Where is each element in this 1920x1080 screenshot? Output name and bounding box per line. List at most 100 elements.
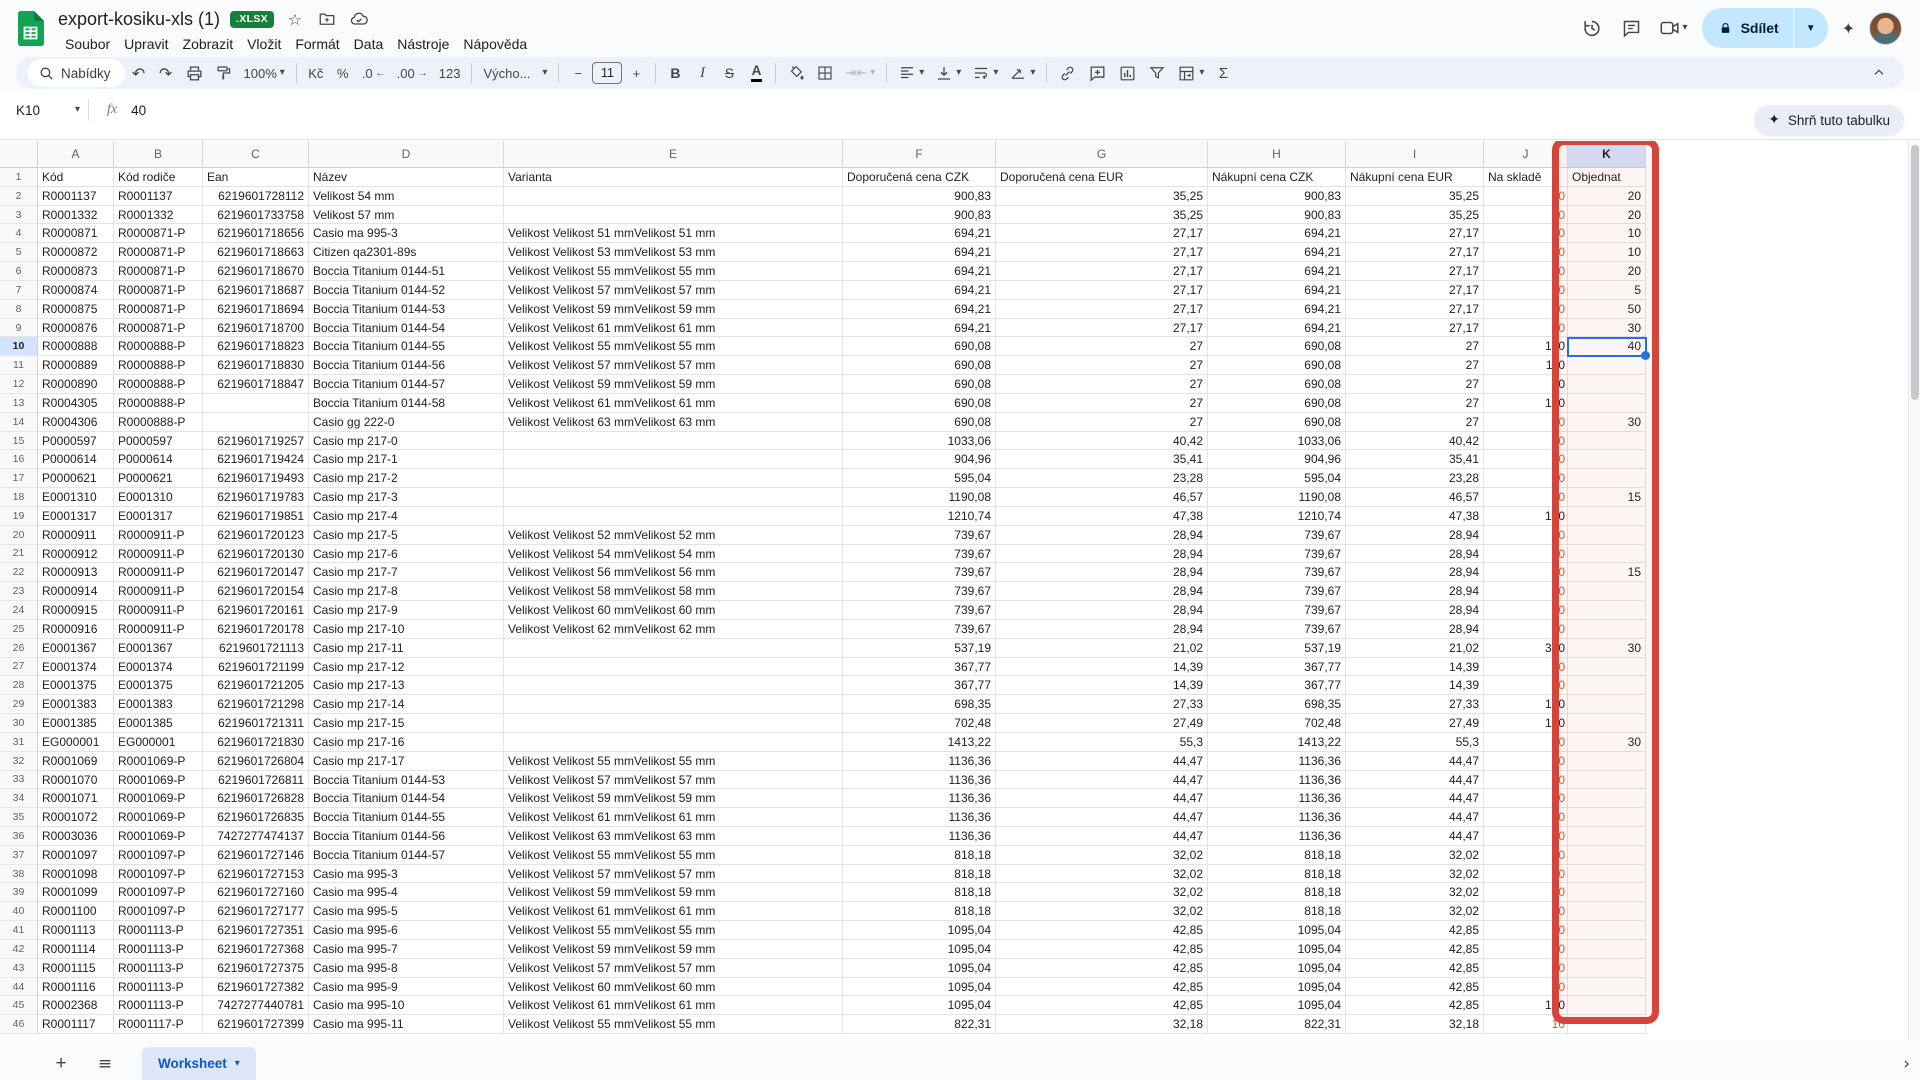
cell-B16[interactable]: P0000614	[114, 450, 203, 469]
cell-A3[interactable]: R0001332	[38, 206, 114, 225]
row-header-42[interactable]: 42	[0, 940, 38, 959]
row-header-38[interactable]: 38	[0, 865, 38, 884]
cell-B37[interactable]: R0001097-P	[114, 846, 203, 865]
cell-A9[interactable]: R0000876	[38, 319, 114, 338]
cell-B21[interactable]: R0000911-P	[114, 545, 203, 564]
cell-A10[interactable]: R0000888	[38, 337, 114, 356]
cell-E41[interactable]: Velikost Velikost 55 mmVelikost 55 mm	[504, 921, 843, 940]
cell-G45[interactable]: 42,85	[996, 996, 1208, 1015]
cell-C39[interactable]: 6219601727160	[203, 883, 309, 902]
menu-formát[interactable]: Formát	[288, 34, 346, 54]
cell-E12[interactable]: Velikost Velikost 59 mmVelikost 59 mm	[504, 375, 843, 394]
cell-C33[interactable]: 6219601726811	[203, 771, 309, 790]
cell-C44[interactable]: 6219601727382	[203, 978, 309, 997]
cell-H6[interactable]: 694,21	[1208, 262, 1346, 281]
cell-H43[interactable]: 1095,04	[1208, 959, 1346, 978]
cell-I36[interactable]: 44,47	[1346, 827, 1484, 846]
cell-C41[interactable]: 6219601727351	[203, 921, 309, 940]
cell-I18[interactable]: 46,57	[1346, 488, 1484, 507]
cell-C14[interactable]	[203, 413, 309, 432]
cell-A19[interactable]: E0001317	[38, 507, 114, 526]
cell-G10[interactable]: 27	[996, 337, 1208, 356]
cell-F17[interactable]: 595,04	[843, 469, 996, 488]
cell-C31[interactable]: 6219601721830	[203, 733, 309, 752]
cell-J25[interactable]: 40	[1484, 620, 1568, 639]
cell-H11[interactable]: 690,08	[1208, 356, 1346, 375]
cell-E35[interactable]: Velikost Velikost 61 mmVelikost 61 mm	[504, 808, 843, 827]
paint-format-button[interactable]	[210, 60, 238, 86]
cell-C29[interactable]: 6219601721298	[203, 695, 309, 714]
cell-H9[interactable]: 694,21	[1208, 319, 1346, 338]
cell-J9[interactable]: 70	[1484, 319, 1568, 338]
column-header-I[interactable]: I	[1346, 141, 1484, 168]
cell-J16[interactable]: 60	[1484, 450, 1568, 469]
cell-A18[interactable]: E0001310	[38, 488, 114, 507]
cell-E43[interactable]: Velikost Velikost 57 mmVelikost 57 mm	[504, 959, 843, 978]
formula-input[interactable]: 40	[131, 103, 146, 118]
cell-H4[interactable]: 694,21	[1208, 224, 1346, 243]
cell-D38[interactable]: Casio ma 995-3	[309, 865, 504, 884]
cell-E37[interactable]: Velikost Velikost 55 mmVelikost 55 mm	[504, 846, 843, 865]
menu-vložit[interactable]: Vložit	[240, 34, 288, 54]
cell-G23[interactable]: 28,94	[996, 582, 1208, 601]
cell-B34[interactable]: R0001069-P	[114, 789, 203, 808]
cell-G43[interactable]: 42,85	[996, 959, 1208, 978]
cell-J42[interactable]: 60	[1484, 940, 1568, 959]
undo-button[interactable]: ↶	[126, 60, 152, 86]
cell-F30[interactable]: 702,48	[843, 714, 996, 733]
cell-F26[interactable]: 537,19	[843, 639, 996, 658]
cell-E17[interactable]	[504, 469, 843, 488]
cell-E45[interactable]: Velikost Velikost 61 mmVelikost 61 mm	[504, 996, 843, 1015]
cell-K9[interactable]: 30	[1568, 319, 1646, 338]
menu-nápověda[interactable]: Nápověda	[456, 34, 534, 54]
cell-J30[interactable]: 150	[1484, 714, 1568, 733]
cell-I33[interactable]: 44,47	[1346, 771, 1484, 790]
cell-A43[interactable]: R0001115	[38, 959, 114, 978]
cell-G28[interactable]: 14,39	[996, 676, 1208, 695]
cell-A12[interactable]: R0000890	[38, 375, 114, 394]
cell-E3[interactable]	[504, 206, 843, 225]
cell-A33[interactable]: R0001070	[38, 771, 114, 790]
row-header-36[interactable]: 36	[0, 827, 38, 846]
cell-C28[interactable]: 6219601721205	[203, 676, 309, 695]
cell-C20[interactable]: 6219601720123	[203, 526, 309, 545]
cell-D24[interactable]: Casio mp 217-9	[309, 601, 504, 620]
cell-A26[interactable]: E0001367	[38, 639, 114, 658]
row-header-33[interactable]: 33	[0, 771, 38, 790]
cell-G17[interactable]: 23,28	[996, 469, 1208, 488]
cell-I43[interactable]: 42,85	[1346, 959, 1484, 978]
cell-D23[interactable]: Casio mp 217-8	[309, 582, 504, 601]
cell-H42[interactable]: 1095,04	[1208, 940, 1346, 959]
cell-B31[interactable]: EG000001	[114, 733, 203, 752]
cell-D17[interactable]: Casio mp 217-2	[309, 469, 504, 488]
cell-E23[interactable]: Velikost Velikost 58 mmVelikost 58 mm	[504, 582, 843, 601]
cell-I23[interactable]: 28,94	[1346, 582, 1484, 601]
cell-B9[interactable]: R0000871-P	[114, 319, 203, 338]
cell-G44[interactable]: 42,85	[996, 978, 1208, 997]
cell-C13[interactable]	[203, 394, 309, 413]
cell-B26[interactable]: E0001367	[114, 639, 203, 658]
cell-B44[interactable]: R0001113-P	[114, 978, 203, 997]
strikethrough-button[interactable]: S	[716, 60, 742, 86]
cell-H14[interactable]: 690,08	[1208, 413, 1346, 432]
cell-B35[interactable]: R0001069-P	[114, 808, 203, 827]
cell-A34[interactable]: R0001071	[38, 789, 114, 808]
cell-C10[interactable]: 6219601718823	[203, 337, 309, 356]
cell-D6[interactable]: Boccia Titanium 0144-51	[309, 262, 504, 281]
cell-B15[interactable]: P0000597	[114, 432, 203, 451]
row-header-2[interactable]: 2	[0, 187, 38, 206]
cell-F18[interactable]: 1190,08	[843, 488, 996, 507]
cell-G22[interactable]: 28,94	[996, 563, 1208, 582]
cell-E29[interactable]	[504, 695, 843, 714]
cell-J4[interactable]: 50	[1484, 224, 1568, 243]
cell-H25[interactable]: 739,67	[1208, 620, 1346, 639]
cell-J20[interactable]: 30	[1484, 526, 1568, 545]
cell-I31[interactable]: 55,3	[1346, 733, 1484, 752]
cell-F22[interactable]: 739,67	[843, 563, 996, 582]
cell-K27[interactable]	[1568, 658, 1646, 677]
cell-I16[interactable]: 35,41	[1346, 450, 1484, 469]
cell-K44[interactable]	[1568, 978, 1646, 997]
cell-J21[interactable]: 60	[1484, 545, 1568, 564]
cell-D30[interactable]: Casio mp 217-15	[309, 714, 504, 733]
row-header-12[interactable]: 12	[0, 375, 38, 394]
